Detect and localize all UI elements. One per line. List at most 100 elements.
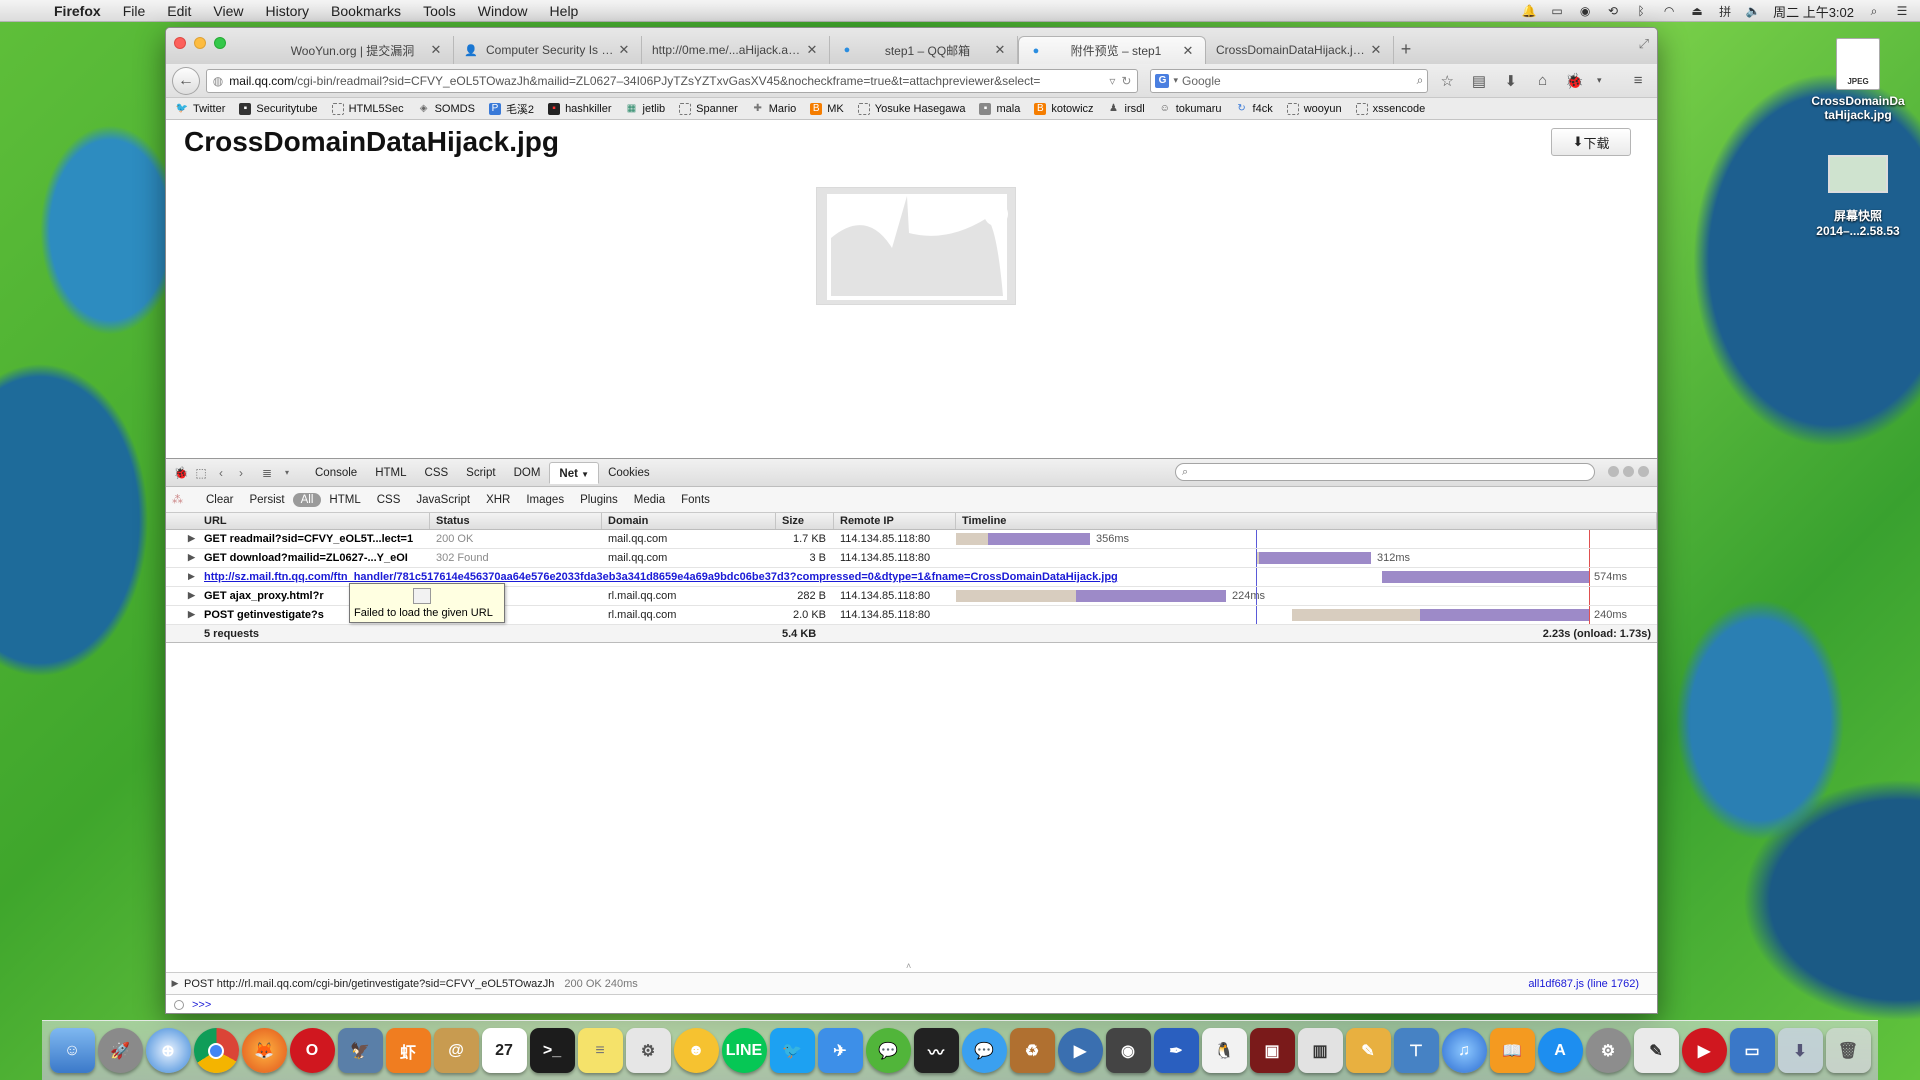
bookmark-mk[interactable]: B MK	[810, 102, 844, 115]
script-editor-icon[interactable]: ✎	[1633, 1028, 1679, 1073]
console-source-link[interactable]: all1df687.js (line 1762)	[1528, 978, 1639, 990]
close-tab-icon[interactable]: ✕	[993, 42, 1007, 58]
desktop-file-jpg[interactable]: JPEG CrossDomainDa taHijack.jpg	[1803, 38, 1913, 122]
tab-wooyun[interactable]: WooYun.org | 提交漏洞 ✕	[266, 36, 454, 64]
clear-button[interactable]: Clear	[198, 494, 241, 506]
col-status[interactable]: Status	[430, 513, 602, 529]
contacts-icon[interactable]: @	[433, 1028, 479, 1073]
bookmark-jetlib[interactable]: ▦ jetlib	[626, 103, 665, 115]
search-bar[interactable]: G ▾ Google ⌕	[1150, 68, 1429, 93]
firebug-search-input[interactable]: ⌕	[1175, 463, 1595, 481]
back-arrow-icon[interactable]: ‹	[212, 466, 230, 480]
eye-icon[interactable]: ◉	[1577, 4, 1593, 18]
bookmark-yosuke[interactable]: Yosuke Hasegawa	[857, 102, 965, 115]
net-request-row[interactable]: GET readmail?sid=CFVY_eOL5T...lect=1 200…	[166, 530, 1657, 549]
detach-firebug-button[interactable]	[1623, 466, 1634, 477]
media-player-icon[interactable]: ▶	[1681, 1028, 1727, 1073]
bookmark-kotowicz[interactable]: Bkotowicz	[1034, 102, 1094, 115]
bookmark-tokumaru[interactable]: ☺ tokumaru	[1159, 103, 1222, 115]
pen-icon[interactable]: ✒	[1153, 1028, 1199, 1073]
finder-icon[interactable]: ☺	[49, 1028, 95, 1073]
filter-html[interactable]: HTML	[321, 494, 368, 506]
close-window-button[interactable]	[174, 37, 186, 49]
bluetooth-icon[interactable]: ᛒ	[1633, 4, 1649, 18]
clock[interactable]: 周二 上午3:02	[1773, 2, 1854, 21]
bookmark-securitytube[interactable]: ▪ Securitytube	[239, 102, 318, 115]
back-button[interactable]: ←	[172, 66, 200, 95]
twitter-icon[interactable]: 🐦	[769, 1028, 815, 1073]
tab-crossdomain-jpg[interactable]: CrossDomainDataHijack.jpg (J...✕	[1206, 36, 1394, 64]
facetime-icon[interactable]: ◉	[1105, 1028, 1151, 1073]
menu-window[interactable]: Window	[478, 3, 528, 19]
inspect-icon[interactable]: ⬚	[192, 466, 210, 480]
close-tab-icon[interactable]: ✕	[1181, 43, 1195, 59]
desktop-screenshot[interactable]: 屏幕快照 2014–...2.58.53	[1803, 155, 1913, 238]
close-tab-icon[interactable]: ✕	[805, 42, 819, 58]
menu-edit[interactable]: Edit	[167, 3, 191, 19]
tab-qqmail-step1[interactable]: ● step1 – QQ邮箱 ✕	[830, 36, 1018, 64]
downloads-stack-icon[interactable]: ⬇	[1777, 1028, 1823, 1073]
launchpad-icon[interactable]: 🚀	[97, 1028, 143, 1073]
menu-view[interactable]: View	[213, 3, 243, 19]
bookmark-f4ck[interactable]: ↻ f4ck	[1236, 103, 1272, 115]
menu-file[interactable]: File	[123, 3, 146, 19]
fullscreen-icon[interactable]: ⤢	[1639, 36, 1649, 52]
url-bar[interactable]: ◍ mail.qq.com /cgi-bin/readmail?sid=CFVY…	[205, 68, 1139, 93]
fb-tab-css[interactable]: CSS	[416, 462, 458, 484]
col-remote-ip[interactable]: Remote IP	[834, 513, 956, 529]
messages-icon[interactable]: 💬	[961, 1028, 1007, 1073]
bookmark-mario[interactable]: ✚ Mario	[752, 103, 797, 115]
minimize-window-button[interactable]	[194, 37, 206, 49]
stickies-icon[interactable]: ≡	[577, 1028, 623, 1073]
system-preferences-icon[interactable]: ⚙	[1585, 1028, 1631, 1073]
col-size[interactable]: Size	[776, 513, 834, 529]
persist-button[interactable]: Persist	[241, 494, 292, 506]
bookmark-hashkiller[interactable]: ▪ hashkiller	[548, 102, 612, 115]
bookmark-somds[interactable]: ◈ SOMDS	[418, 103, 475, 115]
bell-icon[interactable]: 🔔	[1521, 4, 1537, 18]
bookmark-maoxi2[interactable]: P 毛溪2	[488, 101, 534, 117]
close-tab-icon[interactable]: ✕	[429, 42, 443, 58]
menu-bookmarks[interactable]: Bookmarks	[331, 3, 401, 19]
net-request-row[interactable]: GET download?mailid=ZL0627-...Y_eOI 302 …	[166, 549, 1657, 568]
search-icon[interactable]: ⌕	[1866, 4, 1882, 18]
menu-app-firefox[interactable]: Firefox	[54, 3, 101, 19]
input-method-icon[interactable]: 拼	[1717, 4, 1733, 19]
bookmark-xssencode[interactable]: xssencode	[1355, 102, 1425, 115]
qq-icon[interactable]: 🐧	[1201, 1028, 1247, 1073]
quicktime-icon[interactable]: ▶	[1057, 1028, 1103, 1073]
bookmark-html5sec[interactable]: HTML5Sec	[331, 102, 404, 115]
splitter-handle[interactable]: ˄	[906, 961, 911, 971]
zoom-window-button[interactable]	[214, 37, 226, 49]
command-line-input[interactable]: >>>	[166, 994, 1657, 1013]
filter-images[interactable]: Images	[518, 494, 572, 506]
qq-game-icon[interactable]: ☻	[673, 1028, 719, 1073]
filter-css[interactable]: CSS	[369, 494, 409, 506]
download-button[interactable]: ⬇ 下载	[1551, 128, 1631, 156]
tab-computer-security[interactable]: 👤 Computer Security Is My I...✕	[454, 36, 642, 64]
bookmark-twitter[interactable]: 🐦 Twitter	[176, 103, 226, 115]
itunes-icon[interactable]: ♫	[1441, 1028, 1487, 1073]
remote-desktop-icon[interactable]: ▭	[1729, 1028, 1775, 1073]
app-store-icon[interactable]: A	[1537, 1028, 1583, 1073]
hamburger-menu-icon[interactable]: ≡	[1625, 69, 1651, 93]
col-timeline[interactable]: Timeline	[956, 513, 1657, 529]
xcode-icon[interactable]: ⚙	[625, 1028, 671, 1073]
firebug-icon[interactable]: 🐞	[1562, 69, 1588, 93]
fb-tab-net[interactable]: Net ▼	[549, 461, 600, 484]
close-tab-icon[interactable]: ✕	[617, 42, 631, 58]
console-log-entry[interactable]: ▶ POST http://rl.mail.qq.com/cgi-bin/get…	[166, 972, 1657, 994]
forward-arrow-icon[interactable]: ›	[232, 466, 250, 480]
bookmarks-menu-icon[interactable]: ▤	[1466, 69, 1492, 93]
downloads-icon[interactable]: ⬇	[1498, 69, 1524, 93]
trash-icon[interactable]: 🗑	[1825, 1028, 1871, 1073]
net-options-icon[interactable]: ⁂	[172, 493, 190, 506]
airplay-icon[interactable]: ▭	[1549, 4, 1565, 18]
calendar-icon[interactable]: 27	[481, 1028, 527, 1073]
tab-0me[interactable]: http://0me.me/...aHijack.as.txt ✕	[642, 36, 830, 64]
menu-history[interactable]: History	[265, 3, 309, 19]
eject-icon[interactable]: ⏏	[1689, 4, 1705, 18]
dropdown-arrow-icon[interactable]: ▿	[1109, 74, 1115, 88]
chevron-down-icon[interactable]: ▾	[1593, 69, 1605, 93]
filter-javascript[interactable]: JavaScript	[408, 494, 478, 506]
